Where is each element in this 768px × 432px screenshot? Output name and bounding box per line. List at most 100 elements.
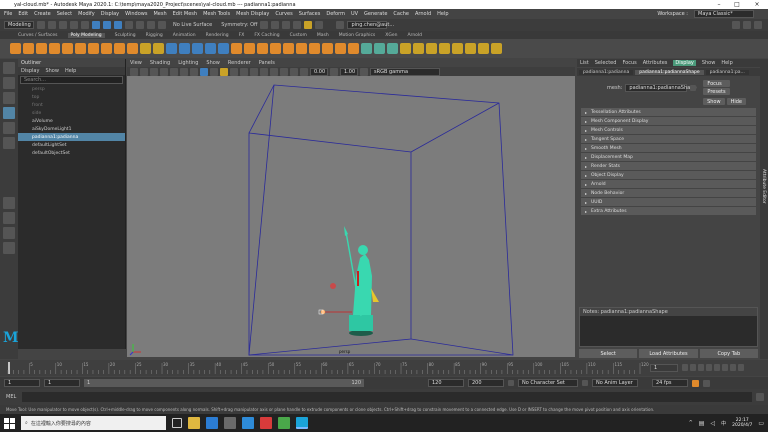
menu-edit[interactable]: Edit xyxy=(18,11,28,17)
select-hierarchy-icon[interactable] xyxy=(92,21,100,29)
outliner-item-default-light-set[interactable]: defaultLightSet xyxy=(18,141,125,149)
quad-draw-icon[interactable] xyxy=(348,43,359,54)
viewport-menu-shading[interactable]: Shading xyxy=(150,60,170,66)
automatic-uv-icon[interactable] xyxy=(374,43,385,54)
play-forwards-icon[interactable] xyxy=(714,364,720,371)
load-attributes-button[interactable]: Load Attributes xyxy=(639,349,698,358)
section-uuid[interactable]: UUID xyxy=(581,198,756,206)
menu-edit-mesh[interactable]: Edit Mesh xyxy=(173,11,197,17)
fps-select[interactable]: 24 fps xyxy=(652,379,688,387)
insert-edge-loop-icon[interactable] xyxy=(309,43,320,54)
color-management-icon[interactable] xyxy=(360,67,368,76)
four-view-layout-icon[interactable] xyxy=(3,212,15,224)
section-mesh-component-display[interactable]: Mesh Component Display xyxy=(581,117,756,125)
ambient-occlusion-icon[interactable] xyxy=(240,67,248,76)
persp-outliner-layout-icon[interactable] xyxy=(3,227,15,239)
section-node-behavior[interactable]: Node Behavior xyxy=(581,189,756,197)
menu-modify[interactable]: Modify xyxy=(78,11,95,17)
rotate-tool-icon[interactable] xyxy=(3,122,15,134)
conform-icon[interactable] xyxy=(452,43,463,54)
outliner-item-aivolume[interactable]: aiVolume xyxy=(18,117,125,125)
select-tool-icon[interactable] xyxy=(3,62,15,74)
live-surface-label[interactable]: No Live Surface xyxy=(173,22,212,28)
reverse-normals-icon[interactable] xyxy=(439,43,450,54)
focus-button[interactable]: Focus xyxy=(703,80,730,87)
taskbar-search-input[interactable]: ⌕ 在這裡輸入你要搜尋的內容 xyxy=(21,416,166,430)
lasso-tool-icon[interactable] xyxy=(3,77,15,89)
fill-hole-icon[interactable] xyxy=(283,43,294,54)
step-forward-key-icon[interactable] xyxy=(722,364,728,371)
user-account[interactable]: ping.chen@aut... xyxy=(347,21,394,29)
tray-up-icon[interactable]: ^ xyxy=(689,420,693,426)
menu-curves[interactable]: Curves xyxy=(275,11,292,17)
soften-edge-icon[interactable] xyxy=(400,43,411,54)
attr-tab-more[interactable]: padianna1:pa... xyxy=(705,69,749,75)
outliner-item-side[interactable]: side xyxy=(18,109,125,117)
outliner-item-top[interactable]: top xyxy=(18,93,125,101)
resolution-gate-icon[interactable] xyxy=(180,67,188,76)
scale-tool-icon[interactable] xyxy=(3,137,15,149)
viewport-menu-view[interactable]: View xyxy=(130,60,142,66)
poly-cone-icon[interactable] xyxy=(49,43,60,54)
chrome-icon[interactable] xyxy=(278,417,290,429)
menu-deform[interactable]: Deform xyxy=(326,11,345,17)
outliner-search-input[interactable]: Search... xyxy=(20,76,123,84)
append-icon[interactable] xyxy=(270,43,281,54)
extrude-icon[interactable] xyxy=(231,43,242,54)
minimize-button[interactable]: – xyxy=(712,0,726,9)
maya-taskbar-icon[interactable] xyxy=(296,417,308,429)
attr-menu-display[interactable]: Display xyxy=(673,60,696,66)
outliner-menu-show[interactable]: Show xyxy=(45,68,59,74)
target-weld-icon[interactable] xyxy=(335,43,346,54)
poly-cube-icon[interactable] xyxy=(23,43,34,54)
bookmark-icon[interactable] xyxy=(140,67,148,76)
snap-view-icon[interactable] xyxy=(158,21,166,29)
viewport-menu-panels[interactable]: Panels xyxy=(259,60,275,66)
attribute-editor-side-tab[interactable]: Attribute Editor xyxy=(760,59,768,359)
section-displacement-map[interactable]: Displacement Map xyxy=(581,153,756,161)
make-hole-icon[interactable] xyxy=(296,43,307,54)
notification-icon[interactable]: ▭ xyxy=(758,420,764,427)
sphere-soccer-icon[interactable] xyxy=(127,43,138,54)
toggle-channel-box-icon[interactable] xyxy=(743,21,751,29)
render-settings-icon[interactable] xyxy=(293,21,302,29)
outliner-item-front[interactable]: front xyxy=(18,101,125,109)
go-to-end-icon[interactable] xyxy=(738,364,744,371)
shelf-tab-rigging[interactable]: Rigging xyxy=(146,33,163,38)
combine-icon[interactable] xyxy=(166,43,177,54)
copy-tab-button[interactable]: Copy Tab xyxy=(699,349,758,358)
history-icon[interactable] xyxy=(260,21,269,29)
toggle-modeling-toolkit-icon[interactable] xyxy=(754,21,762,29)
render-frame-icon[interactable] xyxy=(271,21,280,29)
step-back-icon[interactable] xyxy=(690,364,696,371)
save-scene-icon[interactable] xyxy=(59,21,67,29)
menu-mesh-display[interactable]: Mesh Display xyxy=(236,11,269,17)
script-editor-icon[interactable] xyxy=(756,393,764,401)
menu-generate[interactable]: Generate xyxy=(364,11,387,17)
poly-sphere-icon[interactable] xyxy=(10,43,21,54)
film-gate-icon[interactable] xyxy=(170,67,178,76)
attr-menu-help[interactable]: Help xyxy=(721,60,732,66)
shelf-tab-poly-modeling[interactable]: Poly Modeling xyxy=(67,32,105,38)
section-mesh-controls[interactable]: Mesh Controls xyxy=(581,126,756,134)
office-icon[interactable] xyxy=(260,417,272,429)
playback-prefs-icon[interactable] xyxy=(703,379,710,387)
new-scene-icon[interactable] xyxy=(37,21,45,29)
shelf-tab-custom[interactable]: Custom xyxy=(290,33,307,38)
hypershade-icon[interactable] xyxy=(304,21,313,29)
shelf-tab-fx-caching[interactable]: FX Caching xyxy=(254,33,279,38)
playback-start-field[interactable]: 1 xyxy=(44,379,80,387)
multi-cut-icon[interactable] xyxy=(322,43,333,54)
section-extra-attributes[interactable]: Extra Attributes xyxy=(581,207,756,215)
shadows-icon[interactable] xyxy=(230,67,238,76)
arnold-render-view-icon[interactable] xyxy=(315,21,324,29)
super-shape-icon[interactable] xyxy=(114,43,125,54)
freeze-transform-icon[interactable] xyxy=(478,43,489,54)
single-perspective-layout-icon[interactable] xyxy=(3,197,15,209)
redo-icon[interactable] xyxy=(81,21,89,29)
textured-icon[interactable] xyxy=(210,67,218,76)
snap-point-icon[interactable] xyxy=(147,21,155,29)
use-lights-icon[interactable] xyxy=(220,67,228,76)
play-backwards-icon[interactable] xyxy=(706,364,712,371)
boolean-icon[interactable] xyxy=(205,43,216,54)
